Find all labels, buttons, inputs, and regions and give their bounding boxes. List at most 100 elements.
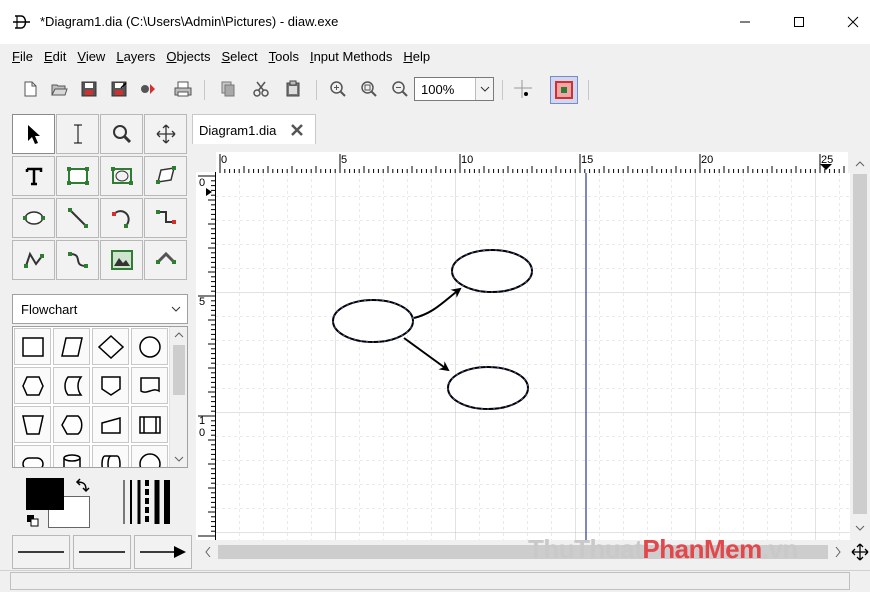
default-colors-icon[interactable]	[26, 514, 40, 528]
menu-file[interactable]: File	[12, 49, 33, 64]
scroll-up-icon[interactable]	[850, 154, 870, 174]
scroll-tool[interactable]	[144, 114, 187, 154]
trapezoid-icon	[21, 414, 44, 435]
stored-data-icon	[63, 375, 83, 396]
shape-magnetic-disk[interactable]	[53, 445, 90, 467]
line-style-button[interactable]	[73, 535, 131, 569]
ellipse-shape[interactable]	[447, 366, 529, 410]
diagram-canvas[interactable]	[216, 173, 850, 541]
image-tool[interactable]	[100, 240, 143, 280]
menu-tools[interactable]: Tools	[269, 49, 299, 64]
line-width-selector[interactable]	[120, 478, 176, 526]
shape-offpage[interactable]	[92, 367, 129, 404]
snap-to-objects-button[interactable]	[550, 76, 578, 104]
shape-stored-data[interactable]	[53, 367, 90, 404]
shapes-scrollbar-graphics	[173, 332, 185, 462]
magnify-tool[interactable]	[100, 114, 143, 154]
minimize-button[interactable]	[722, 0, 768, 44]
zoom-in-button[interactable]	[327, 78, 349, 100]
magnifier-icon	[112, 125, 131, 144]
beziergon-tool[interactable]	[12, 198, 55, 238]
scroll-down-icon[interactable]	[850, 518, 870, 538]
shape-process[interactable]	[14, 328, 51, 365]
toolbar-separator	[502, 80, 503, 100]
shape-connector[interactable]	[131, 328, 168, 365]
export-button[interactable]	[137, 78, 159, 100]
text-edit-tool[interactable]	[56, 114, 99, 154]
move-arrows-icon	[156, 124, 175, 144]
close-window-button[interactable]	[830, 0, 870, 44]
shape-display[interactable]	[53, 406, 90, 443]
line-tool[interactable]	[56, 198, 99, 238]
start-arrow-button[interactable]	[12, 535, 70, 569]
menu-input-methods[interactable]: Input Methods	[310, 49, 392, 64]
print-button[interactable]	[172, 78, 194, 100]
tab-diagram1[interactable]: Diagram1.dia	[192, 114, 316, 144]
copy-button[interactable]	[217, 78, 239, 100]
outline-tool[interactable]	[144, 240, 187, 280]
sheet-selector[interactable]: Flowchart	[12, 294, 188, 324]
close-tab-icon[interactable]	[289, 122, 305, 138]
menu-help[interactable]: Help	[403, 49, 430, 64]
zoom-fit-button[interactable]	[358, 78, 380, 100]
scroll-left-icon[interactable]	[198, 540, 218, 564]
parallelogram-icon	[60, 336, 83, 357]
vertical-scroll-thumb[interactable]	[853, 174, 867, 514]
ellipse-shape[interactable]	[451, 249, 533, 293]
zoom-dropdown-button[interactable]	[475, 78, 493, 100]
shape-preparation[interactable]	[14, 367, 51, 404]
chevron-down-icon	[480, 86, 489, 92]
menu-layers[interactable]: Layers	[116, 49, 155, 64]
scroll-right-icon[interactable]	[828, 540, 848, 564]
save-button[interactable]	[78, 78, 100, 100]
navigation-move-icon[interactable]	[850, 542, 870, 562]
ellipse-shape[interactable]	[332, 299, 414, 343]
save-as-icon	[111, 81, 127, 97]
end-arrow-button[interactable]	[134, 535, 192, 569]
bezierline-tool[interactable]	[56, 240, 99, 280]
shape-data[interactable]	[53, 328, 90, 365]
cut-button[interactable]	[250, 78, 272, 100]
plain-line-icon	[18, 551, 64, 553]
ellipse-tool[interactable]	[100, 156, 143, 196]
sheet-dropdown-button[interactable]	[165, 295, 187, 323]
diagram-drawing	[216, 173, 850, 541]
shape-manual-input[interactable]	[92, 406, 129, 443]
shape-decision[interactable]	[92, 328, 129, 365]
shape-delay[interactable]	[131, 445, 168, 467]
shape-predefined-process[interactable]	[131, 406, 168, 443]
shapes-scrollbar[interactable]	[169, 327, 187, 467]
polyline-tool[interactable]	[12, 240, 55, 280]
open-button[interactable]	[48, 78, 70, 100]
maximize-button[interactable]	[776, 0, 822, 44]
export-icon	[141, 84, 155, 94]
box-tool[interactable]	[56, 156, 99, 196]
shape-document[interactable]	[131, 367, 168, 404]
shape-direct-access[interactable]	[92, 445, 129, 467]
menu-view[interactable]: View	[77, 49, 105, 64]
arc-tool[interactable]	[100, 198, 143, 238]
snap-to-grid-button[interactable]	[512, 78, 534, 100]
vertical-scrollbar[interactable]	[850, 152, 870, 540]
modify-tool[interactable]	[12, 114, 55, 154]
minimize-icon	[740, 21, 750, 23]
shape-manual-operation[interactable]	[14, 406, 51, 443]
new-button[interactable]	[19, 78, 41, 100]
foreground-color-swatch[interactable]	[26, 478, 64, 510]
menu-select[interactable]: Select	[221, 49, 257, 64]
zigzag-line-tool[interactable]	[144, 198, 187, 238]
beziergon-icon	[22, 211, 45, 225]
menu-objects[interactable]: Objects	[166, 49, 210, 64]
shape-terminator[interactable]	[14, 445, 51, 467]
menu-edit[interactable]: Edit	[44, 49, 66, 64]
save-as-button[interactable]	[108, 78, 130, 100]
zoom-out-button[interactable]	[389, 78, 411, 100]
zoom-combobox[interactable]: 100%	[414, 77, 494, 101]
text-tool[interactable]	[12, 156, 55, 196]
polygon-tool[interactable]	[144, 156, 187, 196]
ruler-label: 0	[199, 177, 205, 189]
paste-button[interactable]	[282, 78, 304, 100]
toolbar-separator	[316, 80, 317, 100]
circle-icon	[138, 335, 161, 358]
swap-colors-icon[interactable]	[74, 478, 90, 494]
